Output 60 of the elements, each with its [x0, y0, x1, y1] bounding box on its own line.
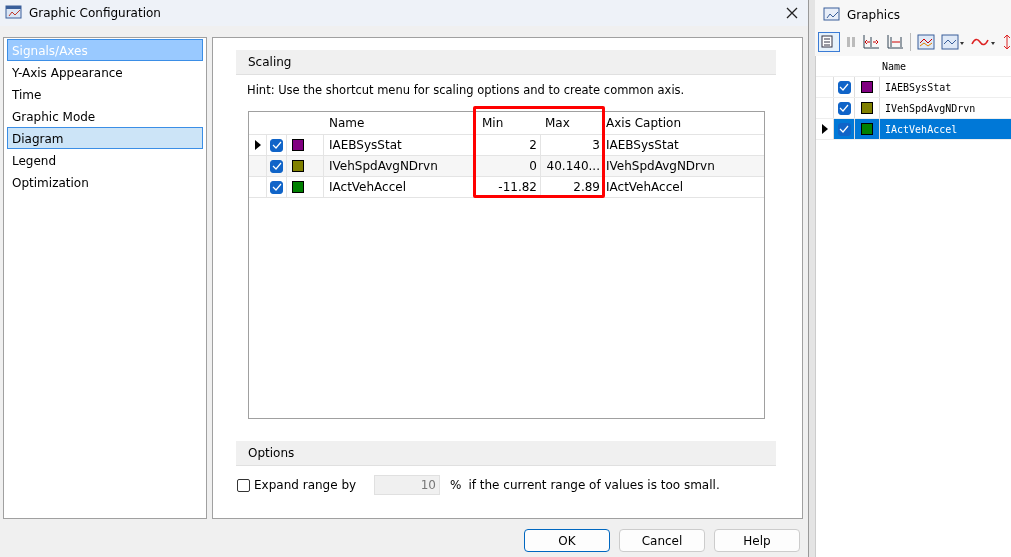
window-title: Graphic Configuration	[29, 6, 162, 20]
color-swatch[interactable]	[292, 160, 304, 172]
checkbox[interactable]	[237, 478, 250, 492]
table-cell[interactable]: 0	[476, 156, 541, 176]
fit-icon[interactable]	[862, 34, 880, 50]
checkbox-label[interactable]: Expand range by	[254, 478, 374, 492]
checkbox[interactable]	[270, 138, 283, 152]
color-swatch[interactable]	[861, 81, 873, 93]
chart-dropdown-icon[interactable]	[941, 34, 965, 50]
sidebar-item[interactable]: Diagram	[7, 127, 203, 149]
checkbox[interactable]	[270, 180, 283, 194]
column-header[interactable]: Name	[324, 112, 476, 134]
arrows-icon[interactable]	[1003, 34, 1011, 50]
section-header: Scaling	[236, 50, 776, 75]
table-cell[interactable]: -11.82	[476, 177, 541, 197]
option-text: if the current range of values is too small.	[468, 478, 720, 492]
table-cell[interactable]: IVehSpdAvgNDrvn	[604, 156, 764, 176]
dialog-button[interactable]: Cancel	[619, 529, 705, 552]
checkbox[interactable]	[270, 159, 283, 173]
section-header: Options	[236, 441, 776, 466]
color-swatch[interactable]	[292, 181, 304, 193]
table-cell[interactable]: 2	[476, 135, 541, 155]
table-cell: IAEBSysStat	[324, 135, 476, 155]
unit-label: %	[450, 478, 462, 492]
sidebar-item[interactable]: Optimization	[7, 171, 203, 193]
sidebar-item[interactable]: Y-Axis Appearance	[7, 61, 203, 83]
column-header[interactable]: Max	[541, 112, 604, 134]
graphics-icon	[823, 7, 841, 23]
input-field[interactable]: 10	[374, 475, 440, 495]
chart-icon[interactable]	[917, 34, 935, 50]
span-icon[interactable]	[886, 34, 904, 50]
dialog-button[interactable]: Help	[714, 529, 800, 552]
column-header[interactable]: Axis Caption	[604, 112, 764, 134]
sidebar-item[interactable]: Legend	[7, 149, 203, 171]
table-cell[interactable]: IAEBSysStat	[604, 135, 764, 155]
hint-text: Hint: Use the shortcut menu for scaling options and to create common axis.	[247, 83, 686, 97]
table-cell[interactable]: IActVehAccel	[604, 177, 764, 197]
sidebar-item[interactable]: Time	[7, 83, 203, 105]
table-cell: IVehSpdAvgNDrvn	[324, 156, 476, 176]
app-icon	[5, 5, 23, 21]
layout-icon[interactable]	[818, 32, 840, 52]
checkbox[interactable]	[837, 101, 851, 115]
signal-name[interactable]: IActVehAccel	[880, 119, 1011, 139]
panel-title: Graphics	[847, 8, 900, 22]
table-cell[interactable]: 3	[541, 135, 604, 155]
table-cell[interactable]: 2.89	[541, 177, 604, 197]
checkbox[interactable]	[837, 80, 851, 94]
table-cell: IActVehAccel	[324, 177, 476, 197]
color-swatch[interactable]	[861, 102, 873, 114]
signal-name[interactable]: IVehSpdAvgNDrvn	[880, 98, 1011, 118]
checkbox[interactable]	[837, 122, 851, 136]
color-swatch[interactable]	[861, 123, 873, 135]
table-cell[interactable]: 40.140...	[541, 156, 604, 176]
color-swatch[interactable]	[292, 139, 304, 151]
column-header[interactable]: Min	[476, 112, 541, 134]
sidebar-item[interactable]: Graphic Mode	[7, 105, 203, 127]
dialog-button[interactable]: OK	[524, 529, 610, 552]
signal-name[interactable]: IAEBSysStat	[880, 77, 1011, 97]
column-header[interactable]: Name	[877, 56, 1011, 76]
close-icon[interactable]	[786, 7, 798, 19]
